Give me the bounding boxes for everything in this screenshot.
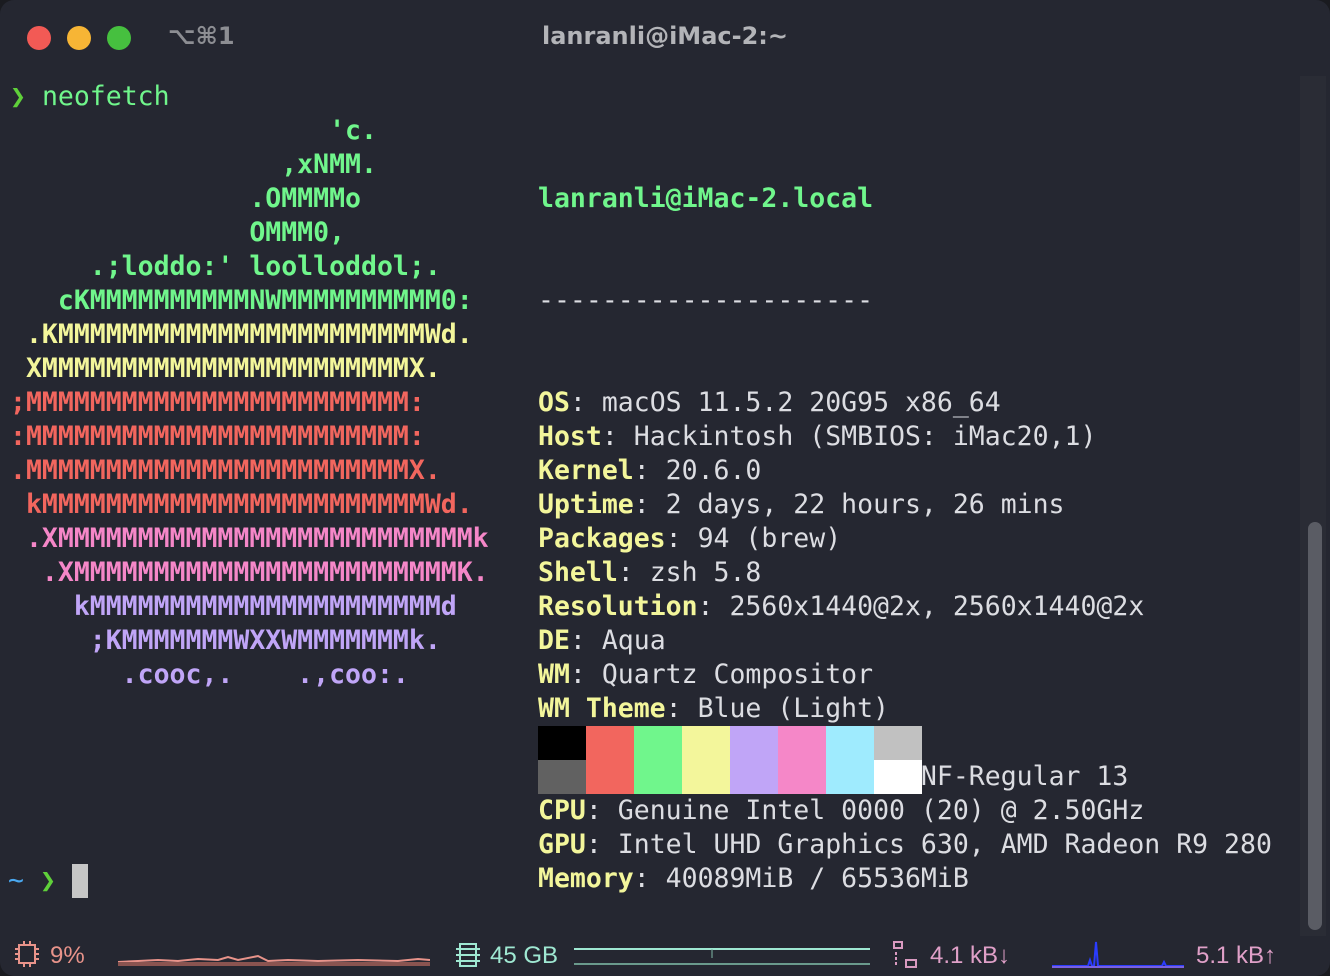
color-swatch	[634, 760, 682, 794]
terminal-window: ⌥⌘1 lanranli@iMac-2:~ ❯ neofetch 'c. ,xN…	[0, 0, 1330, 976]
network-up: 5.1 kB↑	[1196, 942, 1277, 969]
ascii-logo-line: .OMMMMo	[10, 183, 361, 214]
title-bar: ⌥⌘1 lanranli@iMac-2:~	[0, 0, 1330, 76]
info-row: GPU: Intel UHD Graphics 630, AMD Radeon …	[538, 829, 1272, 860]
info-row: OS: macOS 11.5.2 20G95 x86_64	[538, 387, 1001, 418]
color-swatch	[634, 726, 682, 760]
info-row: WM: Quartz Compositor	[538, 659, 874, 690]
cwd: ~	[8, 865, 24, 896]
cpu-graph	[118, 954, 430, 966]
info-value: Genuine Intel 0000 (20) @ 2.50GHz	[617, 795, 1145, 826]
ascii-logo-line: .KMMMMMMMMMMMMMMMMMMMMMMMWd.	[10, 319, 473, 350]
info-value: Hackintosh (SMBIOS: iMac20,1)	[633, 421, 1097, 452]
ascii-logo-line: .cooc,. .,coo:.	[10, 659, 409, 690]
color-swatch	[778, 726, 826, 760]
info-value: zsh 5.8	[649, 557, 762, 588]
memory-icon	[456, 943, 480, 967]
info-row: CPU: Genuine Intel 0000 (20) @ 2.50GHz	[538, 795, 1145, 826]
separator: ---------------------	[538, 285, 874, 316]
info-key: GPU	[538, 829, 586, 860]
info-key: Memory	[538, 863, 634, 894]
color-swatch	[682, 726, 730, 760]
scrollbar-thumb[interactable]	[1308, 522, 1322, 930]
color-swatch	[538, 726, 586, 760]
status-bar: 9% 45 GB 4.1 kB↓ 5.1 kB↑	[0, 936, 1330, 976]
info-value: Quartz Compositor	[601, 659, 874, 690]
memory-usage: 45 GB	[490, 942, 559, 969]
color-swatch	[874, 726, 922, 760]
ascii-logo-line: .MMMMMMMMMMMMMMMMMMMMMMMMX.	[10, 455, 441, 486]
color-swatch	[586, 726, 634, 760]
info-key: OS	[538, 387, 570, 418]
user-host: lanranli@iMac-2.local	[538, 183, 874, 214]
info-key: Resolution	[538, 591, 698, 622]
system-info: lanranli@iMac-2.local ------------------…	[538, 114, 1272, 964]
info-key: WM Theme	[538, 693, 666, 724]
ascii-logo-line: :MMMMMMMMMMMMMMMMMMMMMMMM:	[10, 421, 425, 452]
info-value: 20.6.0	[665, 455, 762, 486]
cursor	[71, 864, 88, 898]
color-swatch	[538, 760, 586, 794]
ascii-logo-line: ;KMMMMMMMWXXWMMMMMMMk.	[10, 625, 441, 656]
color-swatch	[778, 760, 826, 794]
info-value: Aqua	[601, 625, 666, 656]
ascii-logo-line: .;loddo:' loolloddol;.	[10, 251, 441, 282]
info-value: macOS 11.5.2 20G95 x86_64	[601, 387, 1001, 418]
info-row: Host: Hackintosh (SMBIOS: iMac20,1)	[538, 421, 1097, 452]
color-swatch	[826, 760, 874, 794]
info-value: 2 days, 22 hours, 26 mins	[665, 489, 1065, 520]
info-key: Shell	[538, 557, 618, 588]
prompt-chevron-icon: ❯	[39, 865, 56, 896]
ascii-logo-line: .XMMMMMMMMMMMMMMMMMMMMMMMMK.	[10, 557, 489, 588]
info-row: Shell: zsh 5.8	[538, 557, 762, 588]
ascii-logo-line: ,xNMM.	[10, 149, 377, 180]
command-text: neofetch	[41, 81, 170, 112]
info-key: WM	[538, 659, 570, 690]
info-value: 2560x1440@2x, 2560x1440@2x	[729, 591, 1145, 622]
info-key: CPU	[538, 795, 586, 826]
ascii-logo-line: XMMMMMMMMMMMMMMMMMMMMMMMX.	[10, 353, 441, 384]
ascii-logo: 'c. ,xNMM. .OMMMMo OMMM0, .;loddo:' lool…	[10, 114, 489, 692]
color-swatch	[874, 760, 922, 794]
color-swatch	[682, 760, 730, 794]
color-swatch	[730, 726, 778, 760]
info-value: 40089MiB / 65536MiB	[665, 863, 969, 894]
color-swatch	[826, 726, 874, 760]
info-row: Uptime: 2 days, 22 hours, 26 mins	[538, 489, 1065, 520]
info-row: Resolution: 2560x1440@2x, 2560x1440@2x	[538, 591, 1145, 622]
cpu-usage: 9%	[50, 942, 85, 969]
info-value: Intel UHD Graphics 630, AMD Radeon R9 28…	[617, 829, 1272, 860]
info-key: Packages	[538, 523, 666, 554]
info-value: 94 (brew)	[697, 523, 842, 554]
ascii-logo-line: OMMM0,	[10, 217, 346, 248]
color-swatch	[586, 760, 634, 794]
ascii-logo-line: ;MMMMMMMMMMMMMMMMMMMMMMMM:	[10, 387, 425, 418]
network-icon	[893, 941, 917, 968]
prompt-line[interactable]: ~ ❯	[8, 864, 88, 898]
network-graph	[1052, 941, 1184, 968]
ascii-logo-line: cKMMMMMMMMMMNWMMMMMMMMMM0:	[10, 285, 473, 316]
info-key: Kernel	[538, 455, 634, 486]
command-line: ❯ neofetch	[10, 80, 170, 114]
info-row: WM Theme: Blue (Light)	[538, 693, 890, 724]
window-title: lanranli@iMac-2:~	[542, 22, 788, 50]
info-row: Packages: 94 (brew)	[538, 523, 842, 554]
ascii-logo-line: kMMMMMMMMMMMMMMMMMMMMMMMMWd.	[10, 489, 473, 520]
info-row: Kernel: 20.6.0	[538, 455, 762, 486]
cpu-icon	[15, 941, 39, 967]
info-row: DE: Aqua	[538, 625, 666, 656]
network-down: 4.1 kB↓	[930, 942, 1011, 969]
info-row: Memory: 40089MiB / 65536MiB	[538, 863, 969, 894]
ascii-logo-line: .XMMMMMMMMMMMMMMMMMMMMMMMMMMk	[10, 523, 489, 554]
memory-graph	[574, 948, 870, 965]
ascii-logo-line: 'c.	[10, 115, 377, 146]
info-key: DE	[538, 625, 570, 656]
info-key: Host	[538, 421, 602, 452]
info-key: Uptime	[538, 489, 634, 520]
color-palette	[538, 726, 922, 794]
ascii-logo-line: kMMMMMMMMMMMMMMMMMMMMMMd	[10, 591, 457, 622]
color-swatch	[730, 760, 778, 794]
prompt-chevron-icon: ❯	[10, 81, 26, 112]
info-value: Blue (Light)	[697, 693, 890, 724]
